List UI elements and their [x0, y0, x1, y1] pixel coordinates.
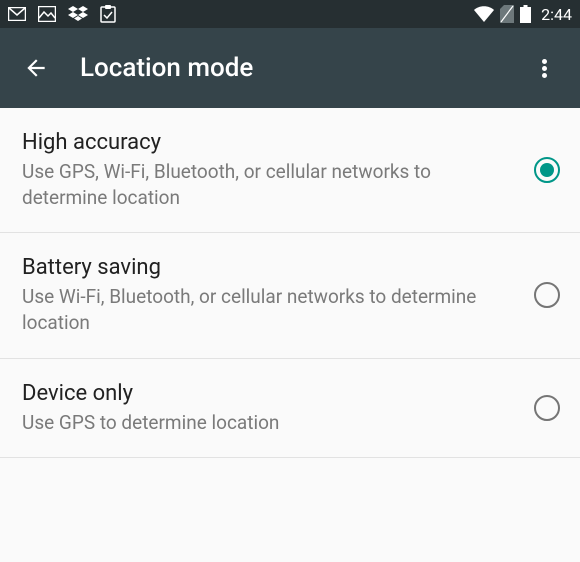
- status-bar: 2:44: [0, 0, 580, 28]
- clipboard-icon: [100, 5, 116, 23]
- overflow-menu-button[interactable]: [524, 48, 564, 88]
- radio-button[interactable]: [534, 282, 560, 308]
- option-title: Battery saving: [22, 255, 514, 280]
- image-icon: [38, 6, 56, 22]
- gmail-icon: [8, 7, 26, 21]
- option-high-accuracy[interactable]: High accuracy Use GPS, Wi-Fi, Bluetooth,…: [0, 108, 580, 233]
- battery-icon: [520, 5, 531, 23]
- option-desc: Use GPS, Wi-Fi, Bluetooth, or cellular n…: [22, 159, 514, 210]
- no-sim-icon: [500, 5, 514, 23]
- option-battery-saving[interactable]: Battery saving Use Wi-Fi, Bluetooth, or …: [0, 233, 580, 358]
- option-desc: Use GPS to determine location: [22, 410, 514, 436]
- page-title: Location mode: [80, 53, 253, 83]
- back-button[interactable]: [16, 48, 56, 88]
- option-title: High accuracy: [22, 130, 514, 155]
- options-list: High accuracy Use GPS, Wi-Fi, Bluetooth,…: [0, 108, 580, 458]
- option-device-only[interactable]: Device only Use GPS to determine locatio…: [0, 359, 580, 459]
- option-title: Device only: [22, 381, 514, 406]
- option-desc: Use Wi-Fi, Bluetooth, or cellular networ…: [22, 284, 514, 335]
- radio-button[interactable]: [534, 157, 560, 183]
- status-time: 2:44: [541, 5, 572, 24]
- dropbox-icon: [68, 6, 88, 22]
- app-bar: Location mode: [0, 28, 580, 108]
- wifi-icon: [474, 6, 494, 22]
- radio-button[interactable]: [534, 395, 560, 421]
